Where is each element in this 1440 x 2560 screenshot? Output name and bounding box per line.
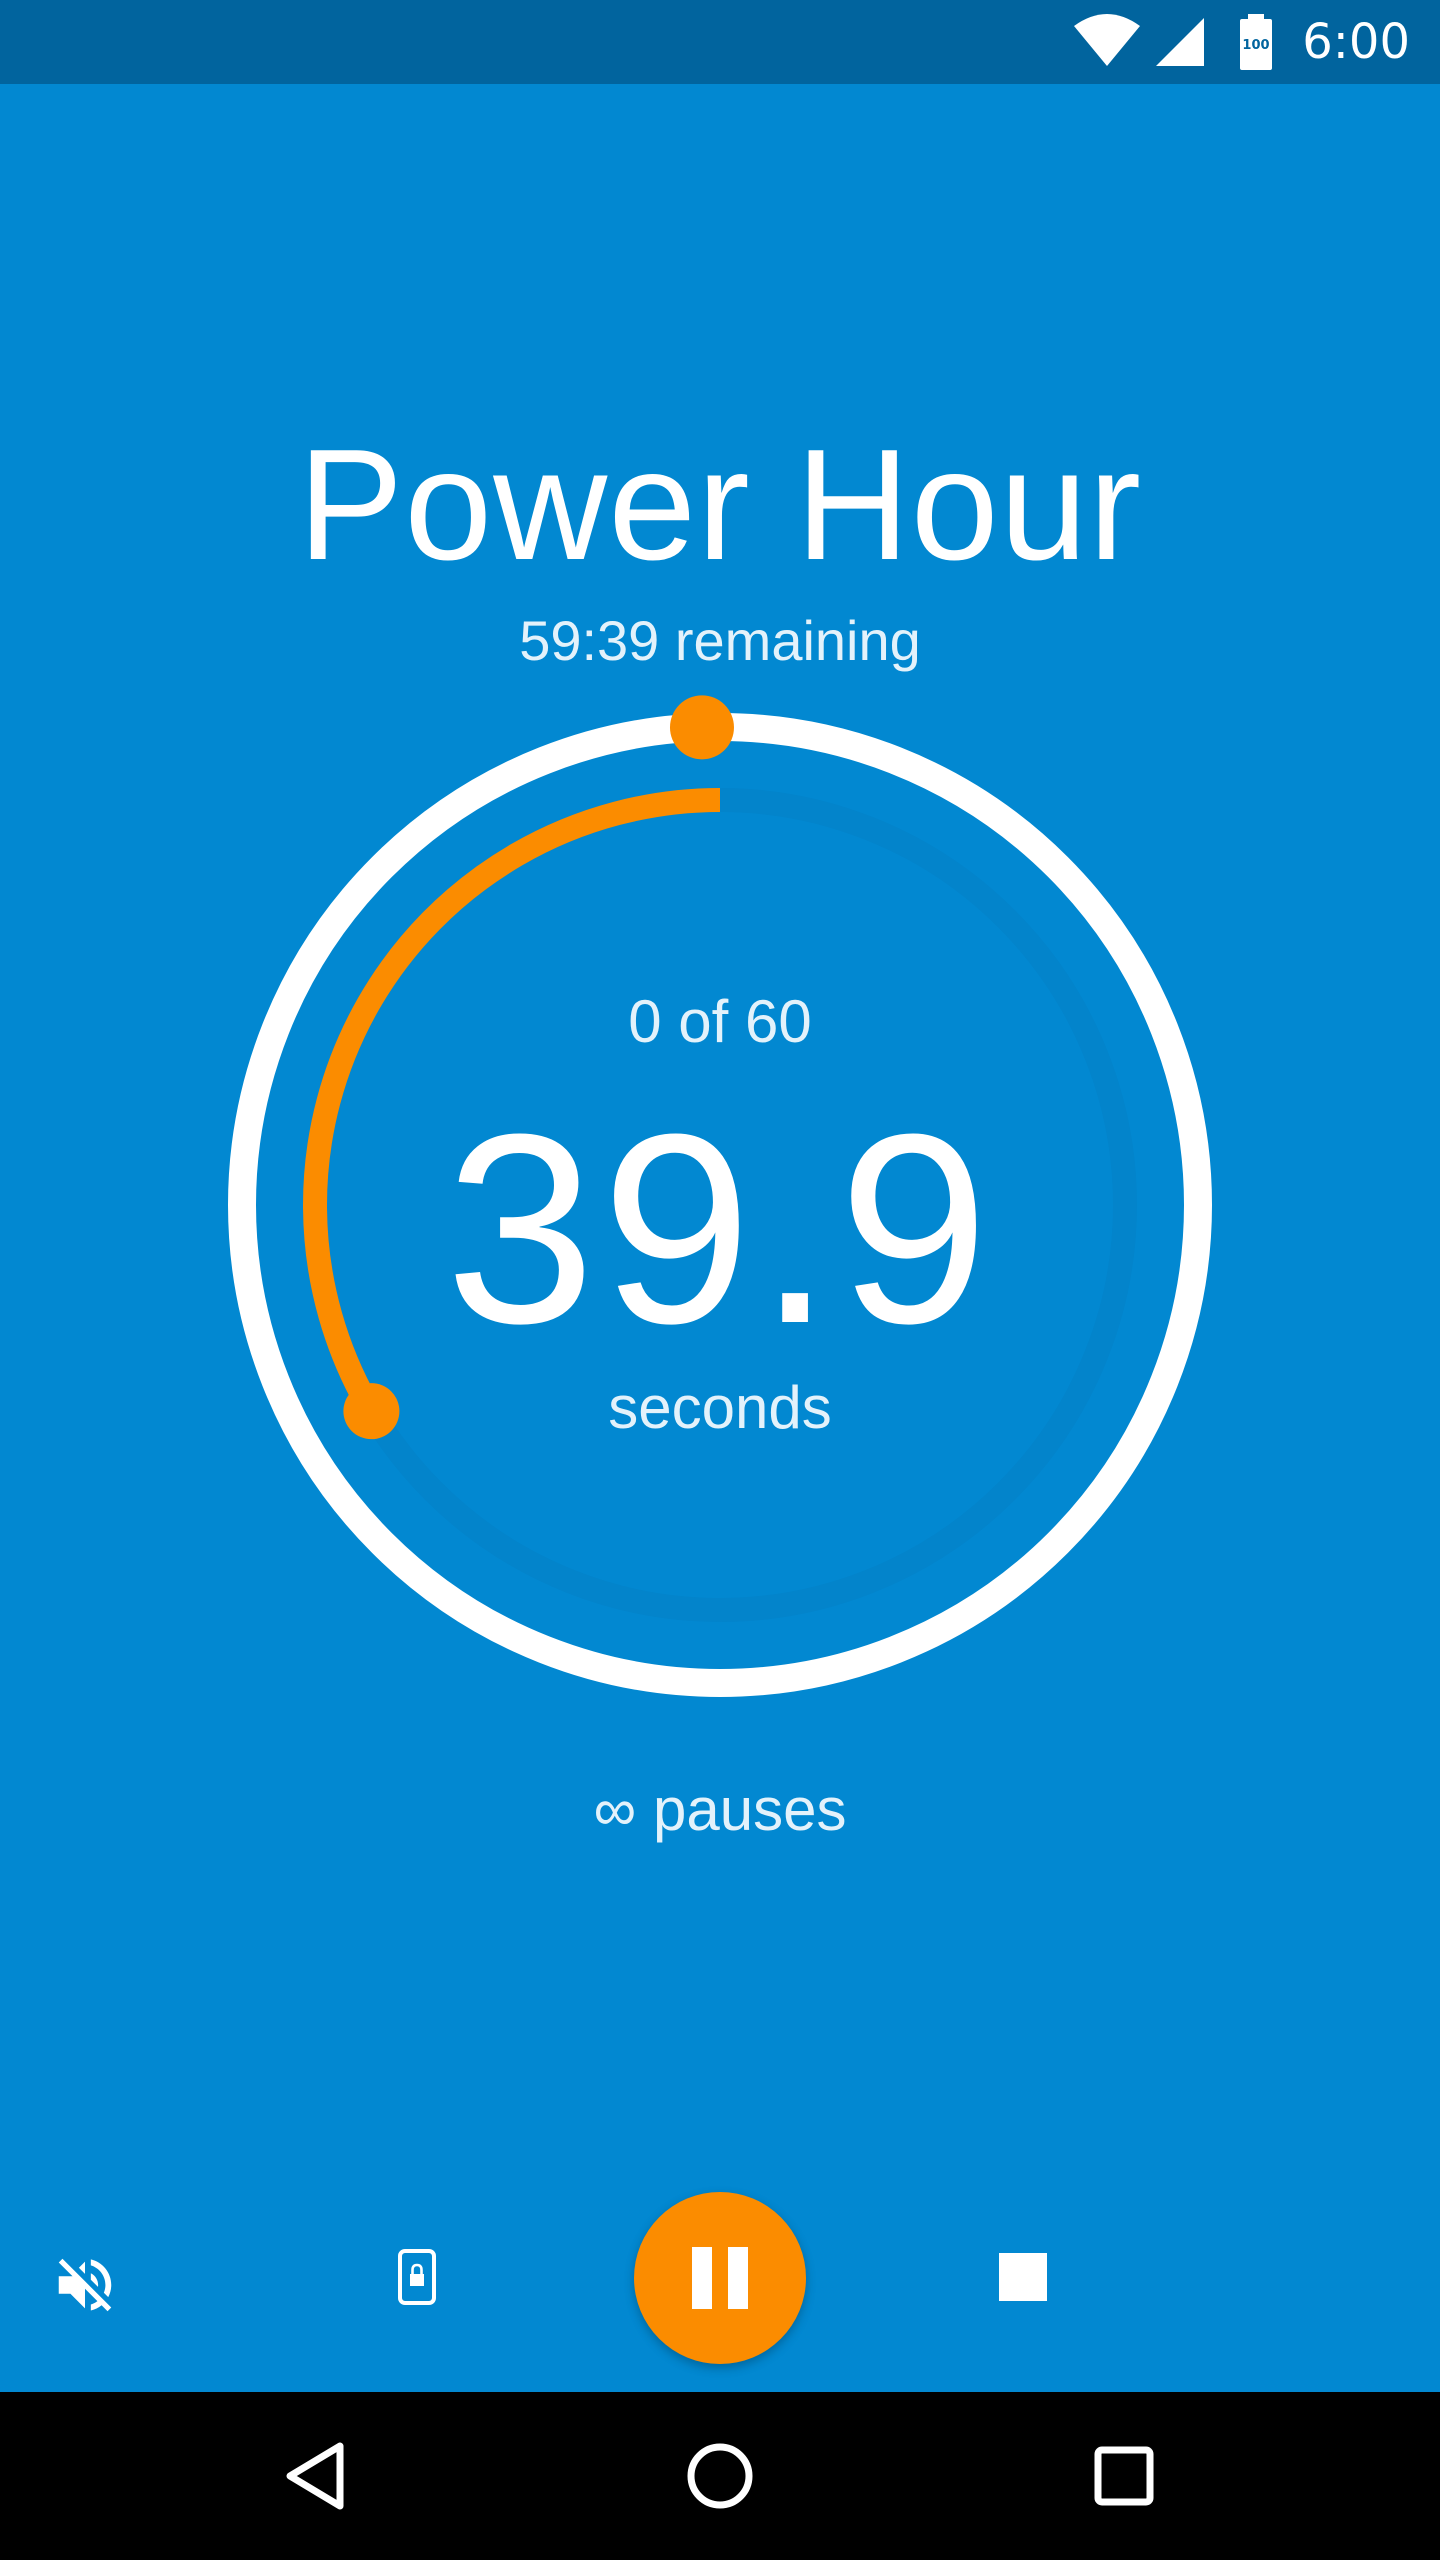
home-icon [687, 2443, 753, 2509]
back-button[interactable] [236, 2392, 396, 2560]
mute-button[interactable] [30, 2230, 140, 2340]
navigation-bar [0, 2392, 1440, 2560]
countdown-value: 39.9 [445, 1079, 995, 1380]
stop-icon [999, 2253, 1047, 2301]
hour-progress-handle [669, 695, 734, 760]
recents-button[interactable] [1044, 2392, 1204, 2560]
home-button[interactable] [640, 2392, 800, 2560]
pause-icon [692, 2247, 748, 2309]
recents-icon [1094, 2446, 1154, 2506]
timer-dial [228, 695, 1212, 1697]
back-icon [286, 2442, 344, 2510]
volume-off-icon [58, 2258, 112, 2312]
screen-lock-button[interactable] [362, 2222, 472, 2332]
pause-button[interactable] [634, 2192, 806, 2364]
pauses-count: ∞ pauses [593, 1776, 847, 1843]
screen-lock-icon [398, 2249, 436, 2305]
round-counter: 0 of 60 [628, 988, 812, 1055]
stop-button[interactable] [968, 2222, 1078, 2332]
countdown-unit: seconds [608, 1374, 832, 1441]
